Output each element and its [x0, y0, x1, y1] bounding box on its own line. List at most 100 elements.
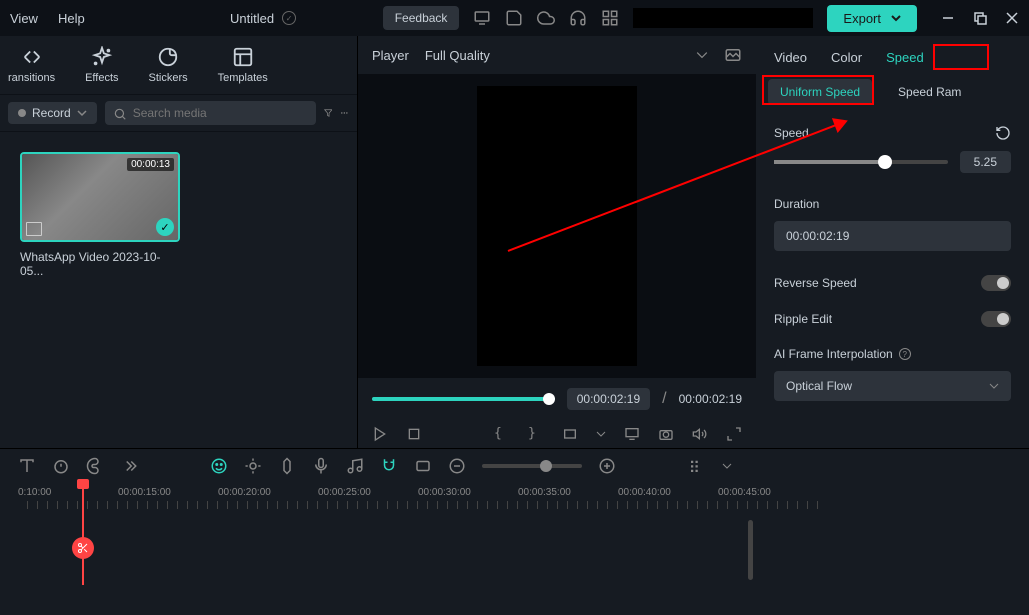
tab-video[interactable]: Video: [774, 50, 807, 65]
timeline-tick: 00:00:40:00: [618, 487, 718, 498]
tab-color[interactable]: Color: [831, 50, 862, 65]
ai-icon[interactable]: [210, 457, 228, 475]
menu-view[interactable]: View: [10, 11, 38, 26]
properties-panel: Video Color Speed Uniform Speed Speed Ra…: [756, 36, 1029, 448]
document-title-wrap: Untitled ✓: [230, 11, 296, 26]
volume-icon[interactable]: [692, 426, 708, 442]
speed-value[interactable]: 5.25: [960, 151, 1011, 173]
text-icon[interactable]: [18, 457, 36, 475]
zoom-slider[interactable]: [482, 464, 582, 468]
marker-icon[interactable]: [278, 457, 296, 475]
crop-icon[interactable]: [562, 426, 578, 442]
duration-input[interactable]: [774, 221, 1011, 251]
speed-slider[interactable]: [774, 160, 948, 164]
quality-select[interactable]: Full Quality: [425, 48, 680, 63]
export-button[interactable]: Export: [827, 5, 917, 32]
tab-stickers[interactable]: Stickers: [149, 46, 188, 84]
media-type-icon: [26, 222, 42, 236]
screen-icon[interactable]: [624, 426, 640, 442]
document-title: Untitled: [230, 11, 274, 26]
time-separator: /: [662, 390, 666, 408]
media-panel: ransitions Effects Stickers Templates Re…: [0, 36, 358, 448]
ripple-edit-toggle[interactable]: [981, 311, 1011, 327]
magnet-icon[interactable]: [380, 457, 398, 475]
scissors-icon: [77, 542, 89, 554]
filter-icon[interactable]: [324, 104, 333, 122]
chevron-down-icon[interactable]: [722, 461, 732, 471]
player-label: Player: [372, 48, 409, 63]
save-status-icon: ✓: [282, 11, 296, 25]
minimize-icon[interactable]: [941, 11, 955, 25]
record-dot-icon: [18, 109, 26, 117]
palette-icon[interactable]: [86, 457, 104, 475]
more-icon[interactable]: [340, 104, 349, 122]
mark-out-icon[interactable]: }: [528, 426, 544, 442]
menu-help[interactable]: Help: [58, 11, 85, 26]
help-icon[interactable]: ?: [899, 348, 911, 360]
enhance-icon[interactable]: [244, 457, 262, 475]
main-menu: View Help: [10, 11, 85, 26]
timer-icon[interactable]: [52, 457, 70, 475]
close-icon[interactable]: [1005, 11, 1019, 25]
timeline-tick: 00:00:15:00: [118, 487, 218, 498]
tab-speed[interactable]: Speed: [886, 50, 924, 65]
mark-in-icon[interactable]: {: [494, 426, 510, 442]
scrollbar-handle[interactable]: [748, 520, 753, 580]
property-tabs: Video Color Speed: [756, 36, 1029, 73]
mic-icon[interactable]: [312, 457, 330, 475]
record-button[interactable]: Record: [8, 102, 97, 124]
list-view-icon[interactable]: [688, 457, 706, 475]
timeline-tick: 00:00:20:00: [218, 487, 318, 498]
timeline-ruler[interactable]: 0:10:00 00:00:15:00 00:00:20:00 00:00:25…: [0, 483, 1029, 502]
search-icon: [113, 107, 127, 121]
window-controls: [941, 11, 1019, 25]
player-viewport[interactable]: [358, 74, 756, 378]
reverse-speed-toggle[interactable]: [981, 275, 1011, 291]
playhead[interactable]: [82, 485, 84, 585]
music-icon[interactable]: [346, 457, 364, 475]
timeline-tick: 00:00:25:00: [318, 487, 418, 498]
save-icon[interactable]: [505, 9, 523, 27]
chevron-down-icon: [989, 381, 999, 391]
search-input[interactable]: [105, 101, 316, 125]
tab-effects[interactable]: Effects: [85, 46, 118, 84]
templates-icon: [232, 46, 254, 68]
stop-icon[interactable]: [406, 426, 422, 442]
media-duration: 00:00:13: [127, 158, 174, 171]
tool-tabs: ransitions Effects Stickers Templates: [0, 36, 357, 95]
more-tools-icon[interactable]: [120, 457, 138, 475]
title-gap: [633, 8, 813, 28]
subtab-speed-ramp[interactable]: Speed Ram: [886, 79, 973, 105]
tab-transitions[interactable]: ransitions: [8, 46, 55, 84]
frame-icon[interactable]: [414, 457, 432, 475]
chevron-down-icon[interactable]: [596, 429, 606, 439]
feedback-button[interactable]: Feedback: [383, 6, 460, 30]
current-time: 00:00:02:19: [567, 388, 650, 410]
fullscreen-icon[interactable]: [726, 426, 742, 442]
camera-icon[interactable]: [658, 426, 674, 442]
playback-progress[interactable]: [372, 397, 555, 401]
headphones-icon[interactable]: [569, 9, 587, 27]
grid-icon[interactable]: [601, 9, 619, 27]
snapshot-icon[interactable]: [724, 46, 742, 64]
reset-icon[interactable]: [995, 125, 1011, 141]
display-icon[interactable]: [473, 9, 491, 27]
chevron-down-icon: [696, 49, 708, 61]
media-grid: 00:00:13 ✓ WhatsApp Video 2023-10-05...: [0, 132, 357, 298]
zoom-out-icon[interactable]: [448, 457, 466, 475]
timeline-tick: 00:00:35:00: [518, 487, 618, 498]
player-panel: Player Full Quality 00:00:02:19 / 00:00:…: [358, 36, 756, 448]
timeline-tick: 00:00:45:00: [718, 487, 818, 498]
play-icon[interactable]: [372, 426, 388, 442]
zoom-in-icon[interactable]: [598, 457, 616, 475]
video-area: [477, 86, 637, 366]
tab-templates[interactable]: Templates: [218, 46, 268, 84]
transitions-icon: [21, 46, 43, 68]
cloud-icon[interactable]: [537, 9, 555, 27]
cut-marker[interactable]: [72, 537, 94, 559]
search-row: Record: [0, 95, 357, 132]
interpolation-select[interactable]: Optical Flow: [774, 371, 1011, 401]
maximize-icon[interactable]: [973, 11, 987, 25]
media-item[interactable]: 00:00:13 ✓ WhatsApp Video 2023-10-05...: [20, 152, 180, 278]
chevron-down-icon: [77, 108, 87, 118]
